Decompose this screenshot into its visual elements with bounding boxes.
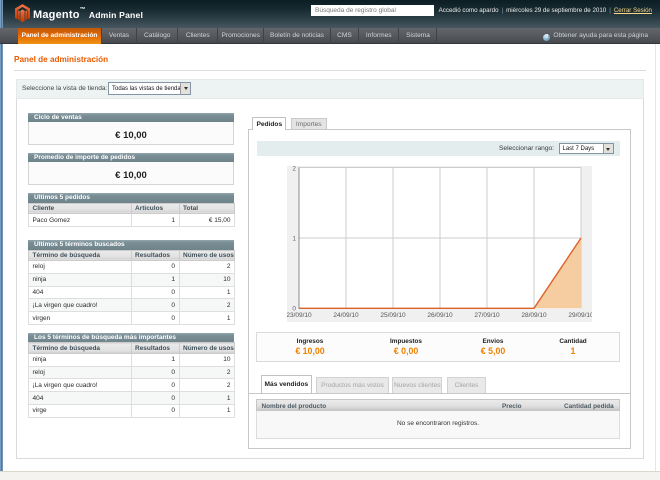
svg-text:27/09/10: 27/09/10 xyxy=(474,312,500,319)
svg-text:2: 2 xyxy=(292,166,296,173)
svg-text:24/09/10: 24/09/10 xyxy=(333,312,359,319)
svg-text:29/09/10: 29/09/10 xyxy=(568,312,592,319)
svg-text:26/09/10: 26/09/10 xyxy=(427,312,453,319)
svg-text:28/09/10: 28/09/10 xyxy=(521,312,547,319)
svg-text:1: 1 xyxy=(292,236,296,243)
svg-text:23/09/10: 23/09/10 xyxy=(287,312,312,319)
svg-text:25/09/10: 25/09/10 xyxy=(380,312,406,319)
